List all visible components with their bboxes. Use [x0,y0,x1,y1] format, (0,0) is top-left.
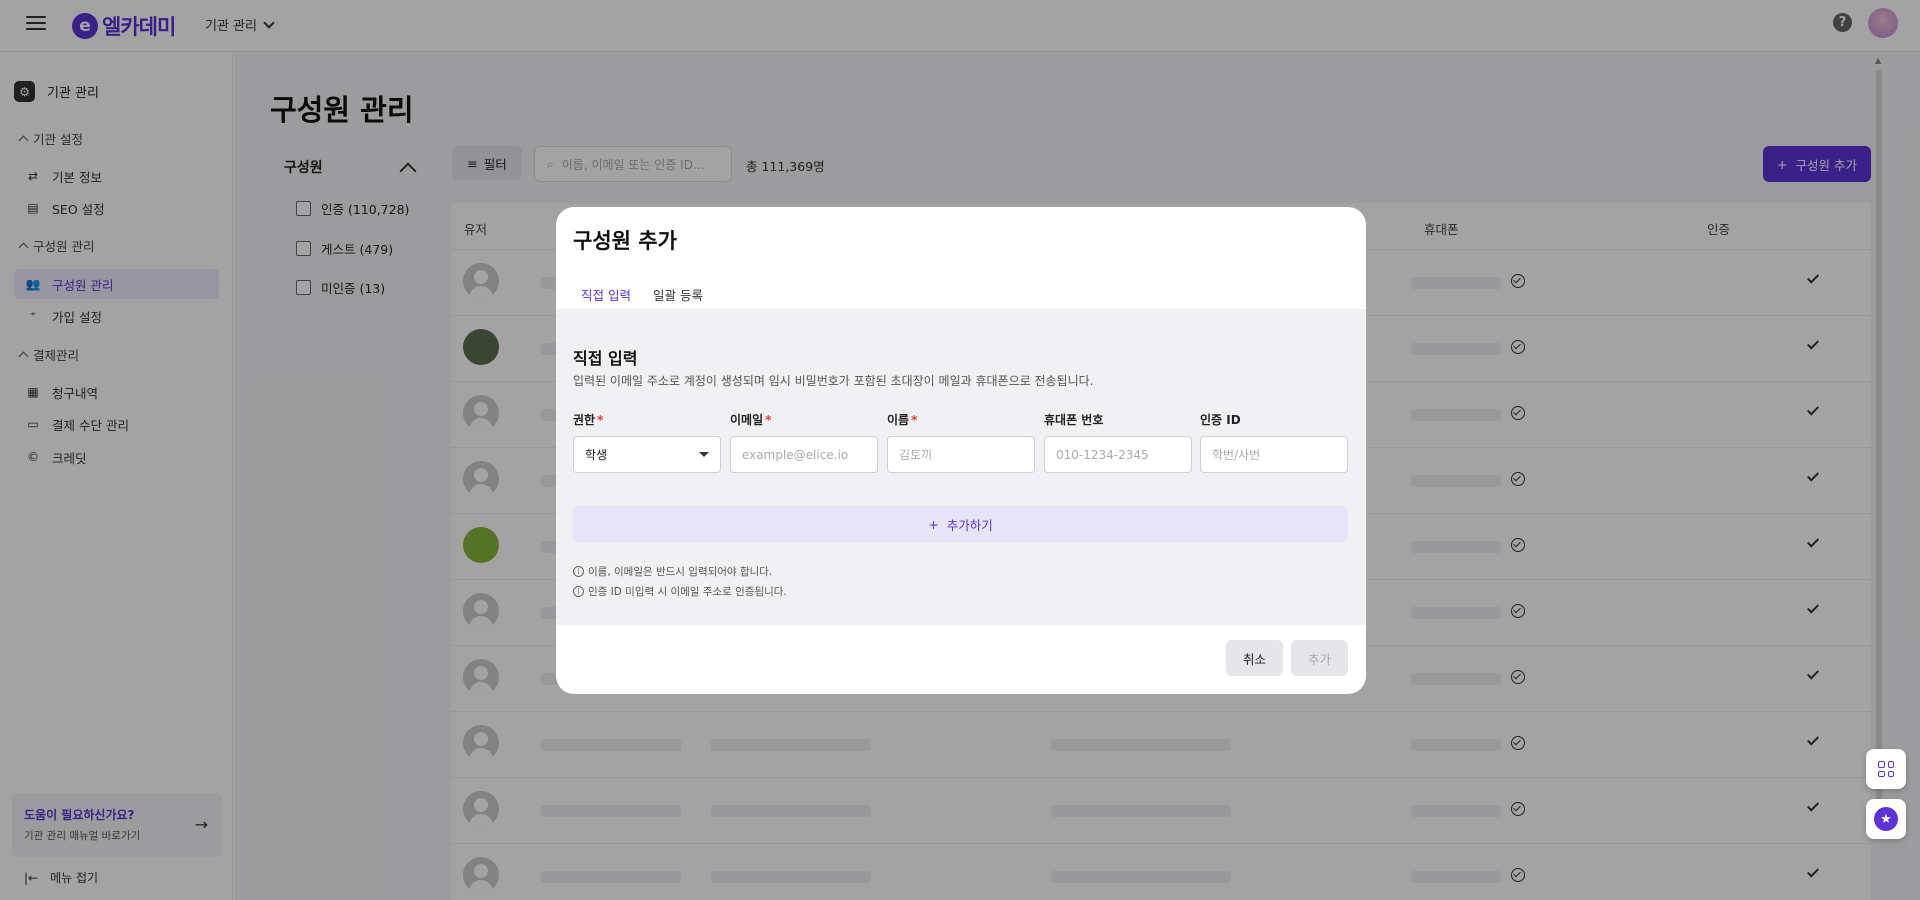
email-field[interactable]: example@elice.io [730,436,878,473]
name-field[interactable]: 김토끼 [887,436,1035,473]
grid-icon [1878,761,1894,777]
required-mark: * [765,413,772,427]
section-description: 입력된 이메일 주소로 계정이 생성되며 임시 비밀번호가 포함된 초대장이 메… [573,374,1094,388]
section-title: 직접 입력 [573,349,638,368]
name-placeholder: 김토끼 [899,448,933,462]
required-mark: * [597,413,604,427]
add-member-modal: 구성원 추가 직접 입력 일괄 등록 직접 입력 입력된 이메일 주소로 계정이… [556,207,1366,694]
name-label-text: 이름 [887,413,910,427]
auth-id-label: 인증 ID [1200,413,1241,427]
modal-body: 직접 입력 입력된 이메일 주소로 계정이 생성되며 임시 비밀번호가 포함된 … [556,309,1366,625]
assistant-button[interactable]: ★ [1866,799,1906,839]
info-icon: i [573,586,584,597]
phone-label: 휴대폰 번호 [1044,413,1104,427]
note-auth-id: i 인증 ID 미입력 시 이메일 주소로 인증됩니다. [573,584,787,599]
info-icon: i [573,566,584,577]
submit-button[interactable]: 추가 [1291,640,1348,676]
required-mark: * [911,413,918,427]
name-label: 이름 * [887,411,917,428]
role-select-value: 학생 [585,448,608,462]
role-label: 권한 * [573,411,603,428]
note-required: i 이름, 이메일은 반드시 입력되어야 합니다. [573,564,772,579]
modal-title: 구성원 추가 [573,229,677,253]
add-row-button[interactable]: + 추가하기 [573,506,1348,542]
cancel-button[interactable]: 취소 [1226,640,1283,676]
role-select[interactable]: 학생 [573,436,721,473]
plus-icon: + [928,516,939,532]
auth-id-field[interactable]: 학번/사번 [1200,436,1348,473]
phone-field[interactable]: 010-1234-2345 [1044,436,1192,473]
email-placeholder: example@elice.io [742,447,849,462]
phone-placeholder: 010-1234-2345 [1056,447,1149,462]
star-icon: ★ [1874,807,1898,831]
add-row-label: 추가하기 [946,517,993,533]
caret-down-icon [699,452,709,457]
note-text: 인증 ID 미입력 시 이메일 주소로 인증됩니다. [588,586,787,598]
apps-grid-button[interactable] [1866,749,1906,789]
role-label-text: 권한 [573,413,596,427]
email-label: 이메일 * [730,411,771,428]
note-text: 이름, 이메일은 반드시 입력되어야 합니다. [588,566,773,578]
scroll-up-arrow-icon[interactable]: ▲ [1875,56,1881,65]
auth-id-placeholder: 학번/사번 [1212,448,1261,462]
scrollbar-thumb[interactable] [1876,70,1882,816]
email-label-text: 이메일 [730,413,764,427]
